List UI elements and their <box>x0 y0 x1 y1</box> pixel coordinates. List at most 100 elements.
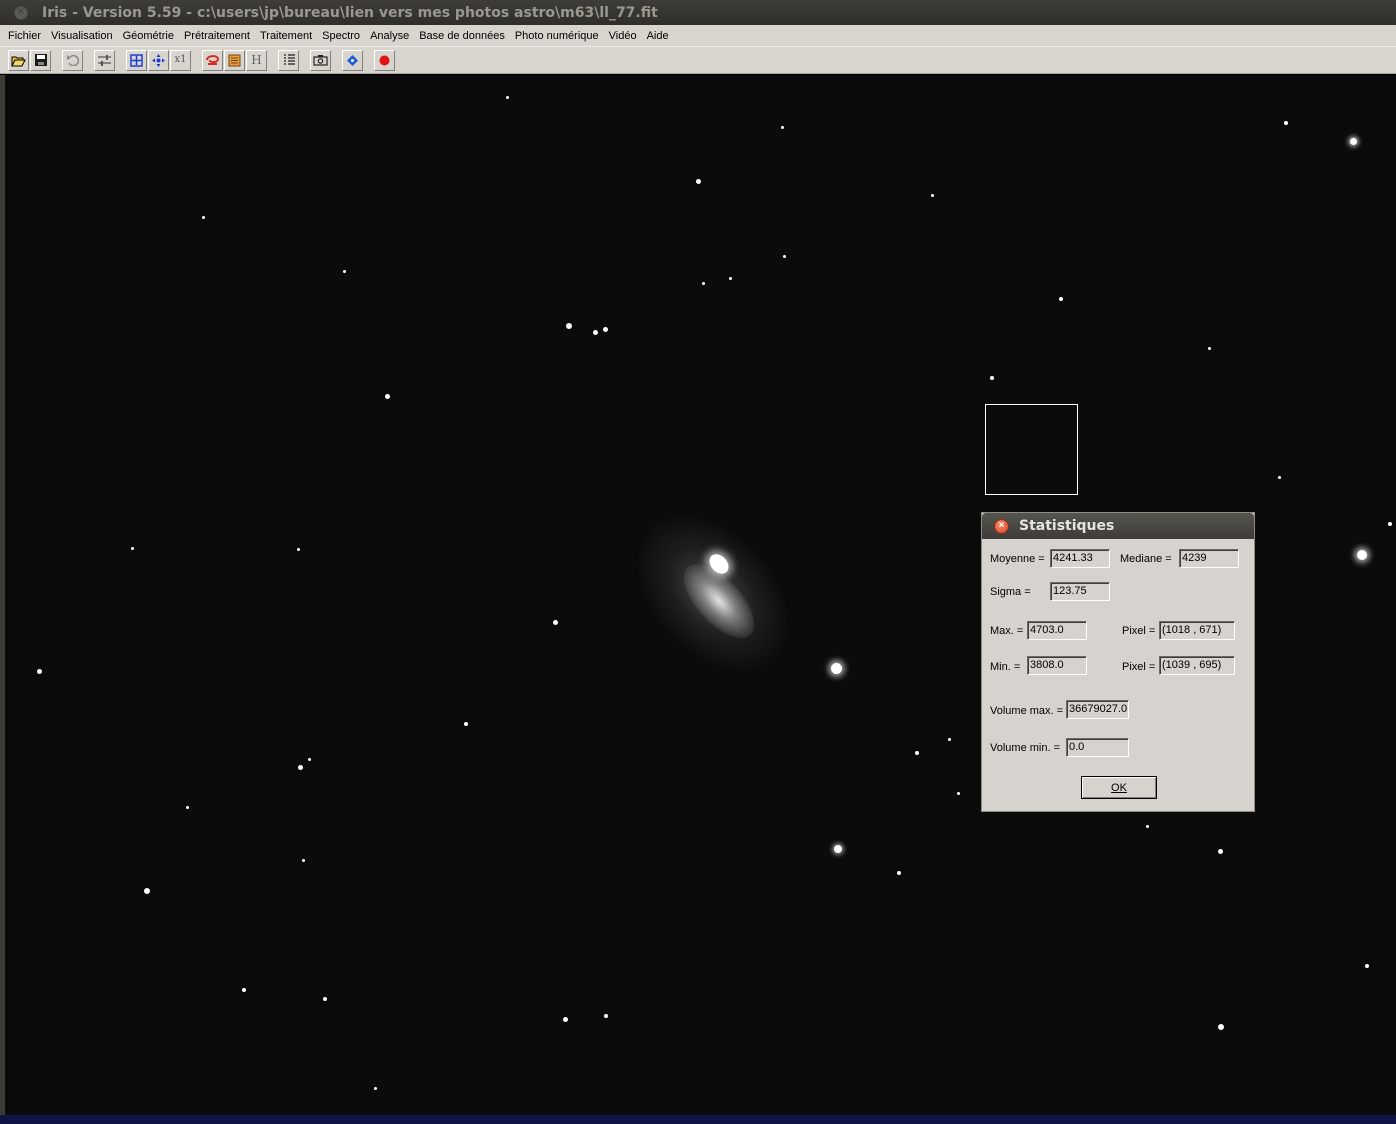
record-icon[interactable] <box>374 49 395 71</box>
star <box>702 282 705 285</box>
zoom-x1-icon[interactable]: x1 <box>170 49 191 71</box>
star <box>696 179 701 184</box>
close-icon[interactable]: × <box>994 518 1009 534</box>
selection-rectangle[interactable] <box>985 404 1078 495</box>
undo-icon[interactable] <box>62 49 83 71</box>
star <box>948 738 951 741</box>
menu-base-de-donnees[interactable]: Base de données <box>414 30 510 42</box>
sigma-field[interactable]: 123.75 <box>1050 582 1110 601</box>
star <box>603 327 608 332</box>
pan-icon[interactable] <box>148 49 169 71</box>
volume-min-field[interactable]: 0.0 <box>1066 738 1129 757</box>
star <box>144 888 150 894</box>
star <box>374 1087 377 1090</box>
zoom-fit-icon[interactable] <box>126 49 147 71</box>
star <box>566 323 572 329</box>
menu-analyse[interactable]: Analyse <box>365 30 414 42</box>
volume-max-label: Volume max. = <box>990 705 1064 717</box>
mediane-label: Mediane = <box>1120 553 1172 565</box>
star <box>1350 138 1357 145</box>
camera-icon[interactable] <box>310 49 331 71</box>
threshold-sliders-icon[interactable] <box>94 49 115 71</box>
star <box>781 126 784 129</box>
star <box>831 663 842 674</box>
star <box>343 270 346 273</box>
star <box>242 988 246 992</box>
star <box>298 765 303 770</box>
menu-fichier[interactable]: Fichier <box>3 30 46 42</box>
dialog-title: Statistiques <box>1019 518 1115 534</box>
star <box>1218 849 1223 854</box>
star <box>563 1017 568 1022</box>
max-pixel-field[interactable]: (1018 , 671) <box>1159 621 1235 640</box>
min-pixel-field[interactable]: (1039 , 695) <box>1159 656 1235 675</box>
ok-button[interactable]: OK <box>1081 776 1157 799</box>
star <box>385 394 390 399</box>
window-close-icon[interactable]: × <box>14 5 28 20</box>
moyenne-field[interactable]: 4241.33 <box>1050 549 1110 568</box>
star <box>1278 476 1281 479</box>
star <box>1357 550 1367 560</box>
window-title: Iris - Version 5.59 - c:\users\jp\bureau… <box>42 4 658 21</box>
menu-photo-numerique[interactable]: Photo numérique <box>510 30 604 42</box>
min-label: Min. = <box>990 661 1021 673</box>
dialog-title-bar: × Statistiques <box>982 513 1254 539</box>
star <box>1208 347 1211 350</box>
star <box>957 792 960 795</box>
menu-geometrie[interactable]: Géométrie <box>118 30 179 42</box>
star <box>1388 522 1392 526</box>
star <box>593 330 598 335</box>
statistics-dialog: × Statistiques Moyenne = 4241.33 Mediane… <box>981 512 1255 812</box>
star <box>131 547 134 550</box>
menu-visualisation[interactable]: Visualisation <box>46 30 118 42</box>
histogram-icon[interactable]: H <box>246 49 267 71</box>
bottom-strip <box>0 1115 1396 1124</box>
min-pixel-label: Pixel = <box>1122 661 1156 673</box>
palette-icon[interactable] <box>224 49 245 71</box>
star <box>308 758 311 761</box>
menu-pretraitement[interactable]: Prétraitement <box>179 30 255 42</box>
star <box>464 722 468 726</box>
open-folder-icon[interactable] <box>8 49 29 71</box>
star <box>990 376 994 380</box>
max-field[interactable]: 4703.0 <box>1027 621 1087 640</box>
sigma-label: Sigma = <box>990 586 1031 598</box>
save-disk-icon[interactable] <box>30 49 51 71</box>
red-swirl-icon[interactable] <box>202 49 223 71</box>
title-bar: × Iris - Version 5.59 - c:\users\jp\bure… <box>0 0 1396 25</box>
blue-diamond-icon[interactable] <box>342 49 363 71</box>
star <box>604 1014 608 1018</box>
star <box>302 859 305 862</box>
menu-bar: Fichier Visualisation Géométrie Prétrait… <box>0 25 1396 46</box>
star <box>553 620 558 625</box>
star <box>834 845 842 853</box>
star <box>1059 297 1063 301</box>
command-list-icon[interactable] <box>278 49 299 71</box>
star <box>1218 1024 1224 1030</box>
max-pixel-label: Pixel = <box>1122 625 1156 637</box>
menu-spectro[interactable]: Spectro <box>317 30 365 42</box>
menu-aide[interactable]: Aide <box>642 30 674 42</box>
star <box>186 806 189 809</box>
volume-min-label: Volume min. = <box>990 742 1061 754</box>
star <box>1365 964 1369 968</box>
star <box>897 871 901 875</box>
star <box>323 997 327 1001</box>
max-label: Max. = <box>990 625 1024 637</box>
star <box>506 96 509 99</box>
star <box>915 751 919 755</box>
star <box>37 669 42 674</box>
moyenne-label: Moyenne = <box>990 553 1045 565</box>
menu-traitement[interactable]: Traitement <box>255 30 317 42</box>
star <box>1284 121 1288 125</box>
star <box>729 277 732 280</box>
star <box>202 216 205 219</box>
min-field[interactable]: 3808.0 <box>1027 656 1087 675</box>
toolbar: x1 H <box>0 46 1396 74</box>
star <box>1146 825 1149 828</box>
menu-video[interactable]: Vidéo <box>604 30 642 42</box>
star <box>783 255 786 258</box>
star <box>297 548 300 551</box>
mediane-field[interactable]: 4239 <box>1179 549 1239 568</box>
volume-max-field[interactable]: 36679027.0 <box>1066 700 1129 719</box>
